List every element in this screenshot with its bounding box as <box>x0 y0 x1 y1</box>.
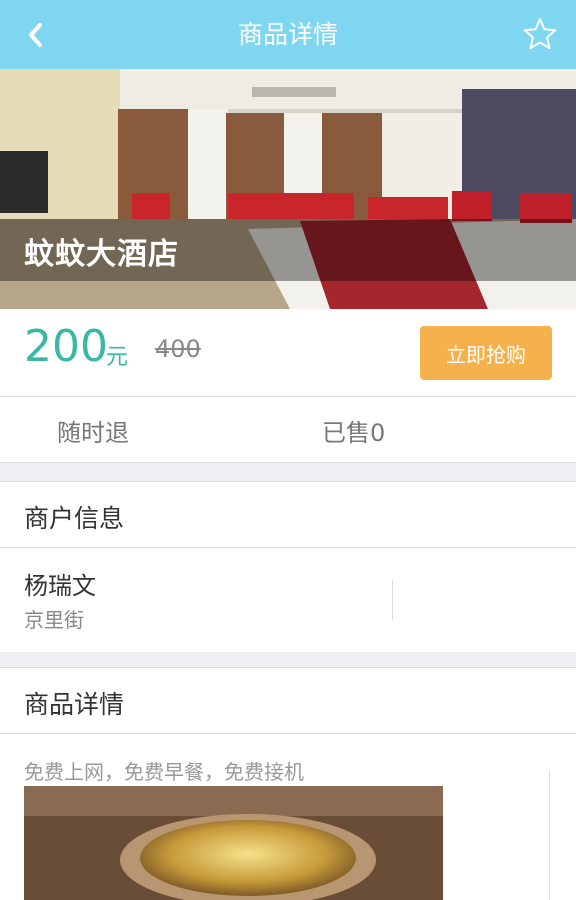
price-unit: 元 <box>106 345 129 370</box>
top-bar: 商品详情 <box>0 0 576 69</box>
hotel-hero-image: 蚊蚊大酒店 <box>0 69 576 309</box>
product-description: 免费上网，免费早餐，免费接机 <box>24 760 304 784</box>
page-title: 商品详情 <box>237 20 338 49</box>
merchant-name: 杨瑞文 <box>24 572 96 600</box>
merchant-card[interactable]: 杨瑞文 京里街 <box>0 548 576 652</box>
vertical-divider <box>392 580 393 620</box>
merchant-address: 京里街 <box>24 608 84 632</box>
hotel-name: 蚊蚊大酒店 <box>24 237 179 272</box>
product-detail-image <box>24 786 443 900</box>
current-price: 200 <box>24 321 108 372</box>
section-divider <box>0 652 576 668</box>
service-tags-row: 随时退 已售0 <box>0 397 576 463</box>
product-section-title: 商品详情 <box>24 690 125 719</box>
refund-tag: 随时退 <box>57 419 129 447</box>
section-divider <box>0 463 576 482</box>
chandelier-illustration <box>24 786 443 900</box>
merchant-section-title: 商户信息 <box>24 504 125 533</box>
merchant-section-header: 商户信息 <box>0 482 576 548</box>
star-outline-icon[interactable] <box>522 16 558 52</box>
buy-now-button[interactable]: 立即抢购 <box>420 326 552 380</box>
product-section-header: 商品详情 <box>0 668 576 734</box>
scroll-indicator <box>549 770 550 900</box>
price-row: 200 元 400 立即抢购 <box>0 309 576 397</box>
sold-count: 已售0 <box>322 419 386 447</box>
original-price: 400 <box>155 335 201 363</box>
